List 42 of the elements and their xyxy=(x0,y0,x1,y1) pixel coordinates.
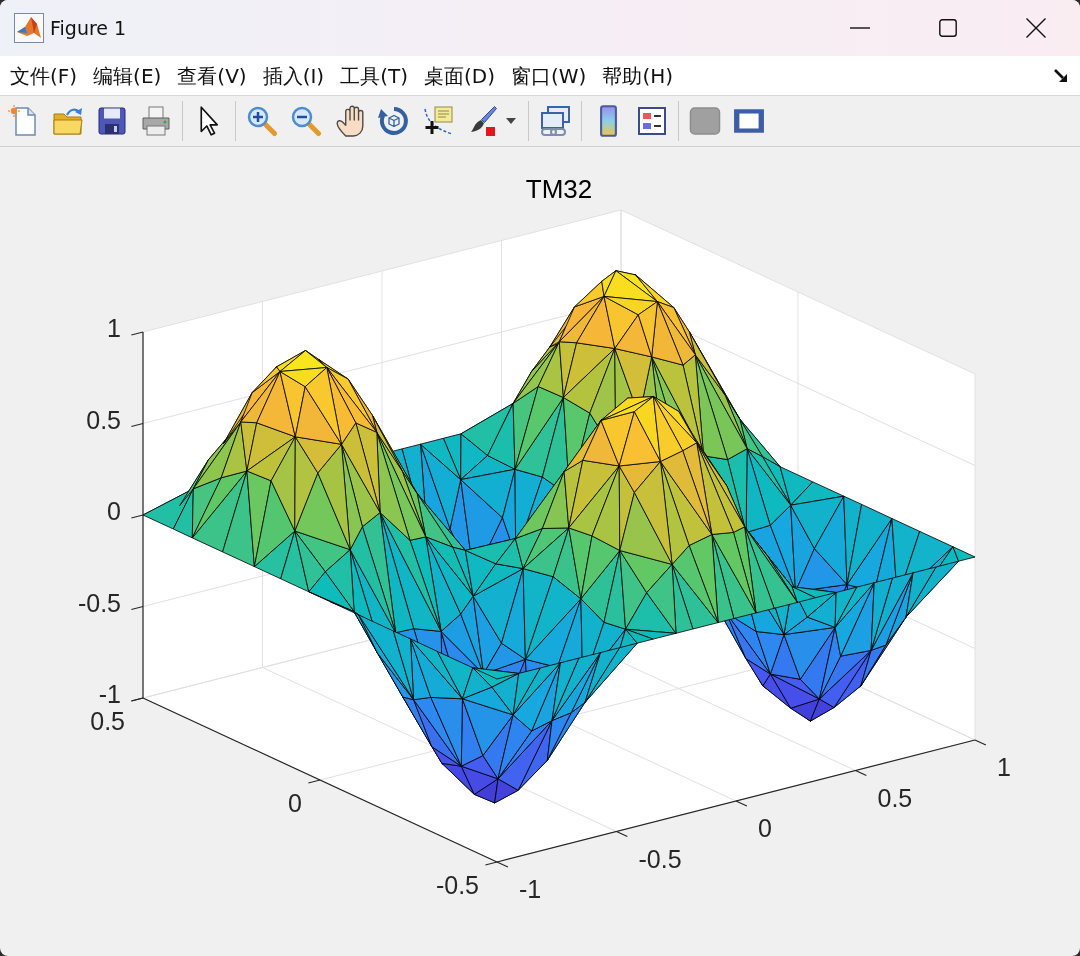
tick-label: -1 xyxy=(98,680,121,708)
tick-label: -1 xyxy=(519,875,542,903)
tick-label: 1 xyxy=(997,753,1011,781)
window-title: Figure 1 xyxy=(50,17,127,39)
menu-item[interactable]: 窗口(W) xyxy=(503,61,595,90)
caret-icon[interactable] xyxy=(506,118,516,124)
legend-icon[interactable] xyxy=(636,105,668,137)
close-icon xyxy=(1026,18,1046,38)
linked-windows-icon[interactable] xyxy=(539,105,571,137)
hand-icon[interactable] xyxy=(336,105,364,137)
tick-label: 0 xyxy=(107,497,121,525)
maximize-icon xyxy=(939,19,957,37)
colorbar-icon[interactable] xyxy=(598,105,618,137)
menu-item[interactable]: 桌面(D) xyxy=(416,61,503,90)
data-tip-icon[interactable] xyxy=(422,105,454,137)
tick-label: -0.5 xyxy=(638,844,682,873)
tick-label: 0.5 xyxy=(877,783,913,812)
menu-item[interactable]: 帮助(H) xyxy=(594,61,682,90)
arrow-icon[interactable] xyxy=(1054,68,1068,83)
tick-label: -0.5 xyxy=(77,588,121,617)
menu-item[interactable]: 编辑(E) xyxy=(85,61,170,90)
tick-label: 0.5 xyxy=(90,707,125,735)
tick-label: 0.5 xyxy=(86,405,121,434)
folder-icon[interactable] xyxy=(52,105,84,137)
rotate-icon[interactable] xyxy=(378,105,410,137)
menu-item[interactable]: 工具(T) xyxy=(332,61,416,90)
tick-label: -0.5 xyxy=(435,871,479,899)
logo-icon xyxy=(14,13,44,43)
save-icon[interactable] xyxy=(96,105,128,137)
zoom-out-icon[interactable] xyxy=(290,105,322,137)
printer-icon[interactable] xyxy=(140,105,172,137)
menu-item[interactable]: 文件(F) xyxy=(2,61,86,90)
tick-label: 1 xyxy=(107,314,121,342)
square-icon[interactable] xyxy=(689,105,721,137)
menu-item[interactable]: 查看(V) xyxy=(169,61,255,90)
menu-item[interactable]: 插入(I) xyxy=(254,61,333,90)
cursor-icon[interactable] xyxy=(199,105,219,137)
tick-label: 0 xyxy=(758,814,772,842)
zoom-in-icon[interactable] xyxy=(246,105,278,137)
tick-label: 0 xyxy=(288,789,302,817)
plot-title: TM32 xyxy=(525,174,593,204)
minimize-icon xyxy=(850,27,870,29)
